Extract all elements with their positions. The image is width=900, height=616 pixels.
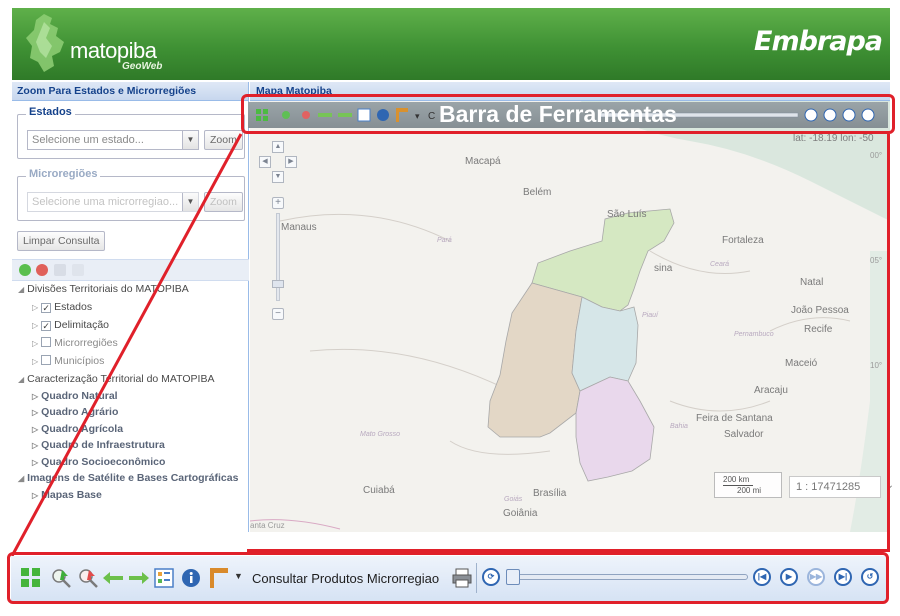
annotation-connector (10, 133, 243, 557)
opacity-slider[interactable] (516, 574, 748, 580)
chevron-down-icon[interactable]: ▼ (234, 571, 243, 581)
zoom-in-tool-icon[interactable] (50, 567, 72, 589)
legend-icon[interactable] (154, 568, 174, 588)
toolbar-separator (476, 563, 477, 593)
fast-forward-icon[interactable]: ▶▶ (807, 568, 825, 586)
zoom-out-tool-icon[interactable] (77, 567, 99, 589)
opacity-slider-thumb[interactable] (506, 569, 520, 585)
info-icon[interactable] (181, 568, 201, 588)
last-frame-icon[interactable]: ▶| (834, 568, 852, 586)
first-frame-icon[interactable]: |◀ (753, 568, 771, 586)
consultar-produtos-button[interactable]: Consultar Produtos Microrregiao (252, 571, 439, 586)
grid-extent-icon[interactable] (20, 567, 42, 589)
arrow-left-icon[interactable] (102, 571, 124, 585)
arrow-right-icon[interactable] (128, 571, 150, 585)
print-icon[interactable] (451, 567, 473, 589)
loop-icon[interactable]: ↺ (861, 568, 879, 586)
play-icon[interactable]: ▶ (780, 568, 798, 586)
measure-icon[interactable] (208, 566, 230, 590)
refresh-icon[interactable]: ⟳ (482, 568, 500, 586)
